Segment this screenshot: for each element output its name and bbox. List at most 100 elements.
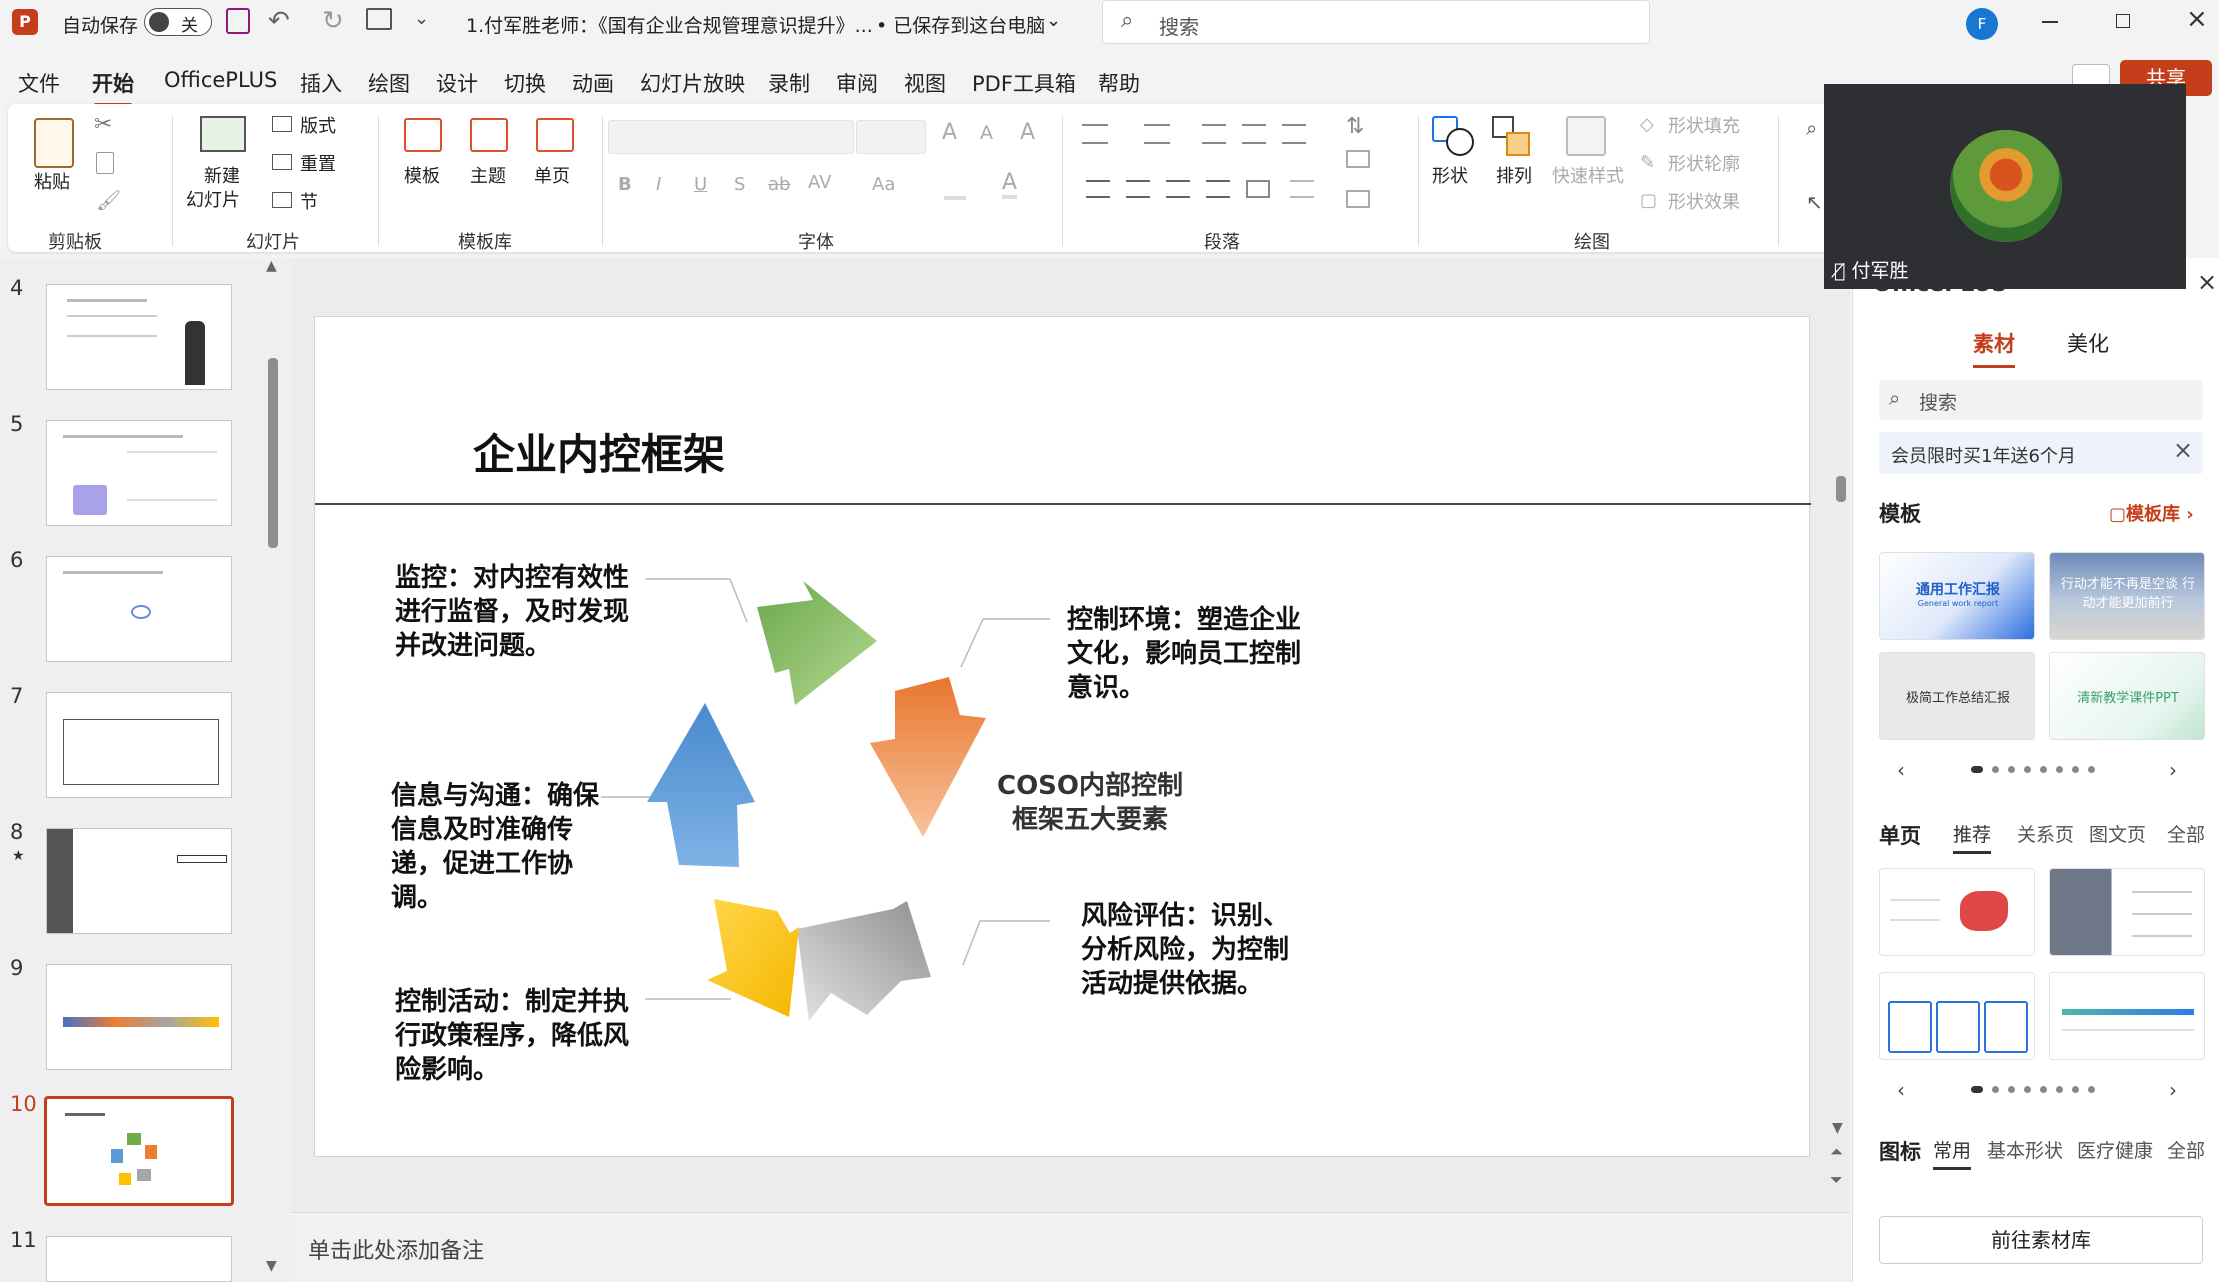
menu-help[interactable]: 帮助 [1098, 68, 1140, 98]
single-page-icon[interactable] [536, 118, 574, 152]
arrange-button[interactable]: 排列 [1496, 162, 1532, 188]
menu-officeplus[interactable]: OfficePLUS [164, 68, 277, 92]
redo-icon[interactable]: ↻ [322, 6, 344, 36]
copy-icon[interactable] [96, 152, 114, 174]
slide-canvas[interactable]: 企业内控框架 COSO内部控制 框架五大要素 监控：对内控有效性进行监督，及时发… [314, 316, 1811, 1157]
layout-button[interactable]: 版式 [300, 112, 336, 138]
single-tab-relation[interactable]: 关系页 [2017, 820, 2074, 847]
single-card-3[interactable] [1879, 972, 2035, 1060]
customize-toolbar-icon[interactable]: ⌄ [414, 8, 429, 29]
strikethrough-button[interactable]: ab [768, 174, 790, 195]
shape-button[interactable]: 形状 [1432, 162, 1468, 188]
text-info[interactable]: 信息与沟通：确保信息及时准确传递，促进工作协调。 [391, 779, 601, 915]
text-environment[interactable]: 控制环境：塑造企业文化，影响员工控制意识。 [1067, 603, 1301, 705]
next-slide-icon[interactable]: ⏷ [1830, 1170, 1843, 1190]
bold-button[interactable]: B [618, 174, 632, 195]
menu-record[interactable]: 录制 [768, 68, 810, 98]
menu-slideshow[interactable]: 幻灯片放映 [640, 68, 745, 98]
theme-button[interactable]: 主题 [470, 162, 506, 188]
document-title[interactable]: 1.付军胜老师：《国有企业合规管理意识提升》... [466, 11, 873, 38]
slide-thumbnail-9[interactable] [46, 964, 232, 1070]
single-tab-image-text[interactable]: 图文页 [2089, 820, 2146, 847]
cut-icon[interactable]: ✂ [94, 112, 112, 137]
align-right-icon[interactable] [1166, 180, 1190, 198]
thumbnails-scrollbar[interactable] [268, 358, 278, 548]
line-spacing-icon[interactable] [1282, 124, 1306, 144]
menu-insert[interactable]: 插入 [300, 68, 342, 98]
bullets-icon[interactable] [1082, 124, 1108, 144]
increase-indent-icon[interactable] [1242, 124, 1266, 144]
menu-review[interactable]: 审阅 [836, 68, 878, 98]
reset-icon[interactable] [272, 154, 292, 170]
reset-button[interactable]: 重置 [300, 150, 336, 176]
shape-outline-button[interactable]: 形状轮廓 [1668, 150, 1740, 176]
menu-transitions[interactable]: 切换 [504, 68, 546, 98]
single-pagination[interactable] [1971, 1086, 2095, 1093]
slide-thumbnail-6[interactable] [46, 556, 232, 662]
menu-animations[interactable]: 动画 [572, 68, 614, 98]
panel-search-input[interactable]: ⌕ 搜索 [1879, 380, 2203, 420]
arrow-info-blue[interactable] [647, 703, 755, 867]
find-icon[interactable]: ⌕ [1806, 116, 1817, 140]
menu-home[interactable]: 开始 [92, 68, 134, 106]
editor-scrollbar[interactable] [1836, 476, 1846, 502]
chevron-down-icon[interactable]: ⌄ [1046, 10, 1061, 31]
menu-view[interactable]: 视图 [904, 68, 946, 98]
template-card-2[interactable]: 行动才能不再是空谈 行动才能更加前行 [2049, 552, 2205, 640]
template-lib-link[interactable]: ▢模板库 › [2109, 500, 2194, 526]
font-name-select[interactable] [608, 120, 854, 154]
goto-material-library-button[interactable]: 前往素材库 [1879, 1216, 2203, 1264]
slide-thumbnail-11[interactable] [46, 1236, 232, 1282]
single-card-1[interactable] [1879, 868, 2035, 956]
autosave-toggle[interactable]: 关 [144, 8, 212, 36]
scroll-down-icon[interactable]: ▼ [1832, 1120, 1843, 1136]
close-icon[interactable]: × [2186, 4, 2208, 34]
shrink-font-icon[interactable]: A [980, 122, 993, 144]
icon-tab-common[interactable]: 常用 [1933, 1136, 1972, 1170]
text-activity[interactable]: 控制活动：制定并执行政策程序，降低风险影响。 [395, 985, 645, 1087]
tab-beautify[interactable]: 美化 [2067, 328, 2109, 358]
slide-thumbnail-10-selected[interactable] [44, 1096, 234, 1206]
diagram-center-label[interactable]: COSO内部控制 框架五大要素 [945, 769, 1235, 837]
italic-button[interactable]: I [656, 174, 661, 195]
new-slide-icon[interactable] [200, 116, 246, 152]
new-slide-label-2[interactable]: 幻灯片 [186, 186, 240, 212]
single-next-icon[interactable]: › [2169, 1078, 2177, 1102]
slide-thumbnail-7[interactable] [46, 692, 232, 798]
quick-style-button[interactable]: 快速样式 [1552, 162, 1624, 188]
panel-close-icon[interactable]: × [2197, 268, 2217, 296]
slide-thumbnail-5[interactable] [46, 420, 232, 526]
align-text-icon[interactable] [1346, 150, 1370, 168]
distributed-icon[interactable] [1246, 180, 1270, 198]
menu-design[interactable]: 设计 [436, 68, 478, 98]
menu-draw[interactable]: 绘图 [368, 68, 410, 98]
change-case-button[interactable]: Aa [872, 174, 895, 195]
title-search-box[interactable]: ⌕ 搜索 [1102, 0, 1650, 44]
arrange-icon[interactable] [1492, 116, 1536, 156]
icon-tab-basic-shapes[interactable]: 基本形状 [1987, 1136, 2063, 1163]
icon-tab-all[interactable]: 全部 [2167, 1136, 2205, 1163]
shape-fill-button[interactable]: 形状填充 [1668, 112, 1740, 138]
arrow-risk-gray[interactable] [797, 901, 931, 1021]
template-next-icon[interactable]: › [2169, 758, 2177, 782]
paste-button-label[interactable]: 粘贴 [34, 168, 70, 194]
template-icon[interactable] [404, 118, 442, 152]
restore-icon[interactable] [2116, 14, 2130, 28]
present-from-start-icon[interactable] [366, 8, 392, 30]
theme-icon[interactable] [470, 118, 508, 152]
shape-effect-icon[interactable]: ▢ [1640, 190, 1657, 211]
shape-icon[interactable] [1432, 116, 1476, 156]
single-tab-all[interactable]: 全部 [2167, 820, 2205, 847]
single-card-4[interactable] [2049, 972, 2205, 1060]
promo-banner[interactable]: 会员限时买1年送6个月 × [1879, 432, 2203, 474]
single-card-2[interactable] [2049, 868, 2205, 956]
arrow-monitor-green[interactable] [757, 581, 877, 705]
single-page-button[interactable]: 单页 [534, 162, 570, 188]
decrease-indent-icon[interactable] [1202, 124, 1226, 144]
scroll-down-icon[interactable]: ▼ [266, 1258, 277, 1274]
minimize-icon[interactable] [2042, 21, 2058, 23]
template-prev-icon[interactable]: ‹ [1897, 758, 1905, 782]
text-monitor-body[interactable]: 监控：对内控有效性进行监督，及时发现并改进问题。 [395, 561, 645, 663]
grow-font-icon[interactable]: A [942, 120, 957, 145]
save-icon[interactable] [226, 8, 250, 34]
